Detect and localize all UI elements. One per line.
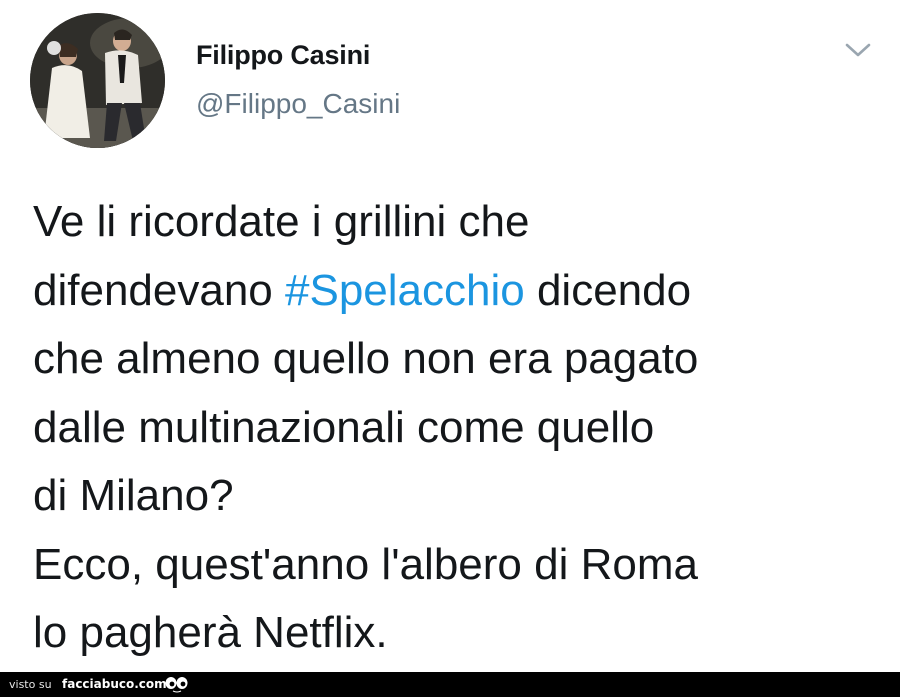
tweet-text-segment: lo pagherà Netflix.: [33, 608, 388, 657]
tweet-text-segment: difendevano: [33, 265, 285, 315]
visto-su-label: visto su: [9, 678, 52, 691]
site-link[interactable]: facciabuco.com: [62, 677, 167, 691]
tweet-line: che almeno quello non era pagato: [33, 325, 873, 394]
tweet-line: di Milano?: [33, 462, 873, 531]
eyes-icon: [165, 677, 188, 693]
avatar-photo: [30, 13, 165, 148]
tweet-line: Ve li ricordate i grillini che: [33, 188, 873, 257]
tweet-card: Filippo Casini @Filippo_Casini Ve li ric…: [0, 0, 900, 672]
tweet-line: difendevano #Spelacchio dicendo: [33, 257, 873, 326]
tweet-text-segment: Ve li ricordate i grillini che: [33, 197, 530, 246]
tweet-text-segment: dicendo: [524, 265, 692, 315]
tweet-text-segment: di Milano?: [33, 471, 234, 520]
tweet-text-segment: Ecco, quest'anno l'albero di Roma: [33, 539, 698, 589]
tweet-line: Ecco, quest'anno l'albero di Roma: [33, 531, 873, 600]
watermark-bar: visto su facciabuco.com: [0, 672, 900, 697]
author-name[interactable]: Filippo Casini: [196, 40, 370, 71]
tweet-text-segment: che almeno quello non era pagato: [33, 334, 699, 383]
tweet-line: dalle multinazionali come quello: [33, 394, 873, 463]
tweet-line: lo pagherà Netflix.: [33, 599, 873, 668]
author-handle[interactable]: @Filippo_Casini: [196, 88, 400, 120]
avatar[interactable]: [30, 13, 165, 148]
hashtag-link[interactable]: #Spelacchio: [285, 266, 525, 315]
tweet-text: Ve li ricordate i grillini che difendeva…: [33, 188, 873, 668]
tweet-text-segment: dalle multinazionali come quello: [33, 402, 655, 452]
chevron-down-icon[interactable]: [843, 40, 873, 60]
